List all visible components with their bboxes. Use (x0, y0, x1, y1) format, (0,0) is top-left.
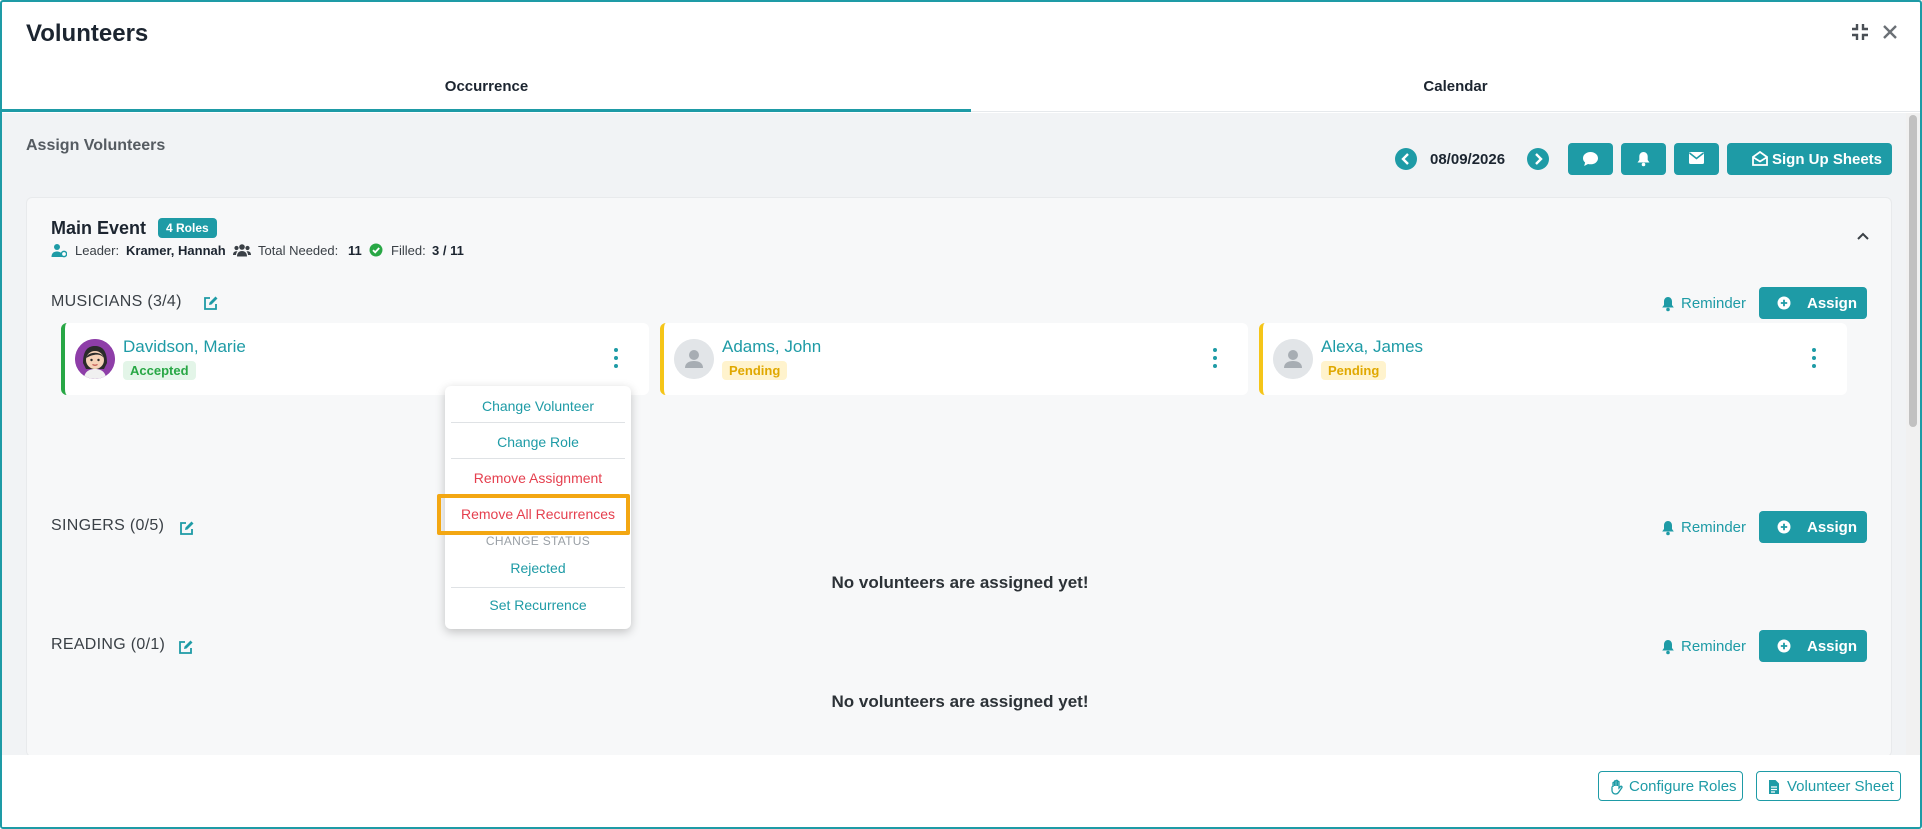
bell-icon (1637, 152, 1650, 167)
bell-icon (1662, 640, 1674, 655)
menu-divider (451, 458, 625, 459)
scrollbar-thumb[interactable] (1909, 115, 1917, 427)
menu-status-rejected[interactable]: Rejected (445, 556, 631, 580)
assign-label: Assign (1807, 295, 1858, 312)
total-needed-value: 11 (348, 243, 362, 258)
status-badge: Accepted (123, 361, 196, 380)
menu-divider (451, 587, 625, 588)
more-options-icon[interactable] (1212, 348, 1218, 370)
volunteer-sheet-button[interactable]: Volunteer Sheet (1756, 771, 1901, 801)
reminder-button-reading[interactable]: Reminder (1661, 638, 1751, 658)
volunteer-card: Davidson, Marie Accepted (61, 323, 649, 395)
users-icon (233, 244, 251, 257)
file-icon (1769, 780, 1779, 794)
next-date-button[interactable] (1527, 148, 1549, 170)
volunteer-name[interactable]: Davidson, Marie (123, 337, 246, 357)
bell-icon (1662, 297, 1674, 312)
sign-up-sheets-button[interactable]: Sign Up Sheets (1727, 143, 1892, 175)
avatar (674, 339, 714, 379)
configure-roles-label: Configure Roles (1629, 778, 1737, 795)
highlight-box (437, 494, 630, 535)
edit-icon[interactable] (203, 295, 219, 311)
assign-label: Assign (1807, 638, 1858, 655)
sign-up-sheets-label: Sign Up Sheets (1772, 151, 1883, 168)
tab-occurrence[interactable]: Occurrence (2, 72, 971, 112)
menu-change-volunteer[interactable]: Change Volunteer (445, 394, 631, 418)
plus-circle-icon (1777, 639, 1791, 653)
empty-message: No volunteers are assigned yet! (831, 692, 1089, 711)
current-date: 08/09/2026 (1430, 151, 1506, 168)
volunteer-name[interactable]: Adams, John (722, 337, 821, 357)
main-content: Assign Volunteers 08/09/2026 Sign Up She… (2, 113, 1920, 755)
role-title-musicians: MUSICIANS (3/4) (51, 293, 182, 310)
reminder-label: Reminder (1681, 519, 1747, 536)
more-options-icon[interactable] (613, 348, 619, 370)
edit-icon[interactable] (179, 520, 195, 536)
tab-bar: Occurrence Calendar (2, 72, 1920, 112)
status-badge: Pending (1321, 361, 1387, 380)
role-title-singers: SINGERS (0/5) (51, 517, 165, 534)
close-icon[interactable] (1880, 22, 1902, 44)
menu-set-recurrence[interactable]: Set Recurrence (445, 593, 631, 617)
section-title: Assign Volunteers (26, 137, 166, 154)
event-title: Main Event (51, 218, 147, 238)
envelope-icon (1689, 152, 1704, 164)
configure-roles-button[interactable]: Configure Roles (1598, 771, 1743, 801)
avatar (1273, 339, 1313, 379)
menu-change-role[interactable]: Change Role (445, 430, 631, 454)
filled-value: 3 / 11 (432, 243, 464, 258)
email-button[interactable] (1674, 143, 1719, 175)
more-options-icon[interactable] (1811, 348, 1817, 370)
chevron-up-icon[interactable] (1855, 228, 1871, 244)
event-card: Main Event 4 Roles Leader: Kramer, Hanna… (26, 197, 1892, 755)
bell-icon (1662, 521, 1674, 536)
avatar (75, 339, 115, 379)
chevron-right-icon (1535, 153, 1543, 165)
plus-circle-icon (1777, 296, 1791, 310)
assign-button-reading[interactable]: Assign (1759, 630, 1867, 662)
status-badge: Pending (722, 361, 788, 380)
leader-name: Kramer, Hannah (126, 243, 226, 258)
menu-remove-assignment[interactable]: Remove Assignment (445, 466, 631, 490)
filled-label: Filled: (391, 243, 426, 258)
compress-icon[interactable] (1850, 22, 1872, 44)
reminder-button-singers[interactable]: Reminder (1661, 519, 1751, 539)
volunteer-card: Adams, John Pending (660, 323, 1248, 395)
menu-change-status-header: CHANGE STATUS (485, 534, 591, 548)
modal-title: Volunteers (26, 20, 149, 47)
reminder-label: Reminder (1681, 295, 1747, 312)
volunteer-name[interactable]: Alexa, James (1321, 337, 1423, 357)
total-needed-label: Total Needed: (258, 243, 339, 258)
role-title-reading: READING (0/1) (51, 636, 166, 653)
assign-button-musicians[interactable]: Assign (1759, 287, 1867, 319)
edit-icon[interactable] (178, 639, 194, 655)
scrollbar[interactable] (1906, 113, 1920, 755)
tab-calendar[interactable]: Calendar (971, 72, 1920, 112)
hand-icon (1611, 779, 1623, 795)
modal-header: Volunteers (2, 2, 1920, 62)
previous-date-button[interactable] (1395, 148, 1417, 170)
plus-circle-icon (1777, 520, 1791, 534)
menu-divider (451, 422, 625, 423)
volunteers-modal: Volunteers Occurrence Calendar Assign Vo… (0, 0, 1922, 829)
footer: Configure Roles Volunteer Sheet (2, 755, 1920, 827)
comment-icon (1583, 152, 1598, 166)
volunteer-card: Alexa, James Pending (1259, 323, 1847, 395)
message-button[interactable] (1568, 143, 1613, 175)
check-circle-icon (369, 243, 383, 257)
assign-button-singers[interactable]: Assign (1759, 511, 1867, 543)
envelope-open-icon (1752, 151, 1768, 166)
volunteer-sheet-label: Volunteer Sheet (1787, 778, 1894, 795)
empty-message: No volunteers are assigned yet! (831, 573, 1089, 592)
roles-badge: 4 Roles (158, 218, 217, 238)
notify-button[interactable] (1621, 143, 1666, 175)
leader-icon (51, 244, 67, 258)
reminder-button-musicians[interactable]: Reminder (1661, 295, 1751, 315)
assign-label: Assign (1807, 519, 1858, 536)
reminder-label: Reminder (1681, 638, 1747, 655)
leader-label: Leader: (75, 243, 120, 258)
chevron-left-icon (1401, 153, 1409, 165)
